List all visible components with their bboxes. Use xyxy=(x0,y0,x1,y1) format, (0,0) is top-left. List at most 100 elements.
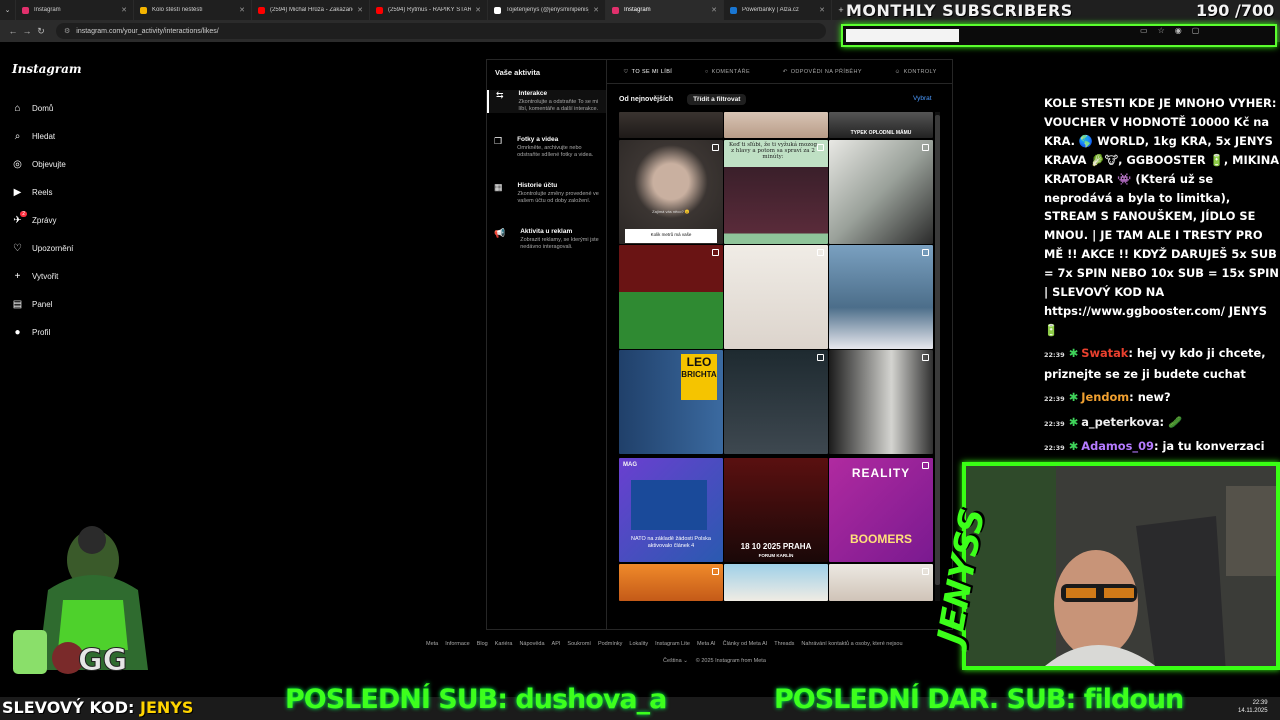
activity-menu-item[interactable]: ❐ Fotky a videa Omrkněte, archivujte nebo … xyxy=(487,136,606,159)
grid-post[interactable] xyxy=(619,245,723,349)
taskbar-clock[interactable]: 22:39 14.11.2025 xyxy=(1238,699,1268,715)
footer-link[interactable]: Články od Meta AI xyxy=(723,641,768,647)
post-caption: Zajímá vás něco? 😊 xyxy=(652,209,690,214)
grid-post[interactable] xyxy=(829,245,933,349)
footer-link[interactable]: Soukromí xyxy=(567,641,591,647)
chat-username[interactable]: Jendom xyxy=(1081,390,1129,404)
grid-post[interactable] xyxy=(619,112,723,138)
sidebar-item-6[interactable]: ♡ Upozornění xyxy=(12,243,73,254)
grid-post[interactable]: 18 10 2025 PRAHA FORUM KARLÍN xyxy=(724,458,828,562)
nato-flag xyxy=(631,480,707,530)
instagram-logo[interactable]: Instagram xyxy=(12,62,82,76)
activity-menu-item[interactable]: ⇆ Interakce Zkontrolujte a odstraňte To se… xyxy=(487,90,606,113)
activity-menu-item[interactable]: ▦ Historie účtu Zkontrolujte změny provede… xyxy=(487,182,606,205)
sidebar-item-3[interactable]: ◎ Objevujte xyxy=(12,159,66,170)
browser-tab[interactable]: Instagram ✕ xyxy=(606,0,724,20)
tab-reply[interactable]: ↶ ODPOVĚDI NA PŘÍBĚHY xyxy=(783,69,862,75)
footer-link[interactable]: Meta xyxy=(426,641,438,647)
browser-tab[interactable]: Powerbanky | Alza.cz ✕ xyxy=(724,0,832,20)
footer-link[interactable]: Informace xyxy=(445,641,469,647)
url-text: instagram.com/your_activity/interactions… xyxy=(76,27,219,35)
sticker-icon: ☺ xyxy=(894,68,901,75)
language-select[interactable]: Čeština ⌄ xyxy=(663,658,688,664)
sidebar-item-2[interactable]: ⌕ Hledat xyxy=(12,131,55,142)
footer-link[interactable]: Nápověda xyxy=(519,641,544,647)
footer-link[interactable]: Nahrávání kontaktů a osoby, které nejsou xyxy=(801,641,902,647)
grid-post[interactable] xyxy=(829,140,933,244)
reel-icon xyxy=(922,144,929,151)
sidebar-item-7[interactable]: + Vytvořit xyxy=(12,271,59,282)
close-icon[interactable]: ✕ xyxy=(711,6,717,14)
close-icon[interactable]: ✕ xyxy=(121,6,127,14)
sidebar-item-9[interactable]: ● Profil xyxy=(12,327,50,338)
tab-label: ODPOVĚDI NA PŘÍBĚHY xyxy=(790,68,862,75)
browser-tab[interactable]: Tojetenjenys (@jenysminipenis) ✕ xyxy=(488,0,606,20)
tab-sticker[interactable]: ☺ KONTROLY xyxy=(895,69,937,75)
grid-post[interactable] xyxy=(619,564,723,601)
plus-icon: + xyxy=(14,271,21,282)
close-icon[interactable]: ✕ xyxy=(475,6,481,14)
activity-item-text: Historie účtu Zkontrolujte změny proveden… xyxy=(518,182,599,205)
grid-post[interactable] xyxy=(829,350,933,454)
sidebar-item-5[interactable]: ✈ 2 Zprávy xyxy=(12,211,56,226)
heart-icon: ♡ xyxy=(623,68,629,75)
puzzle-icon[interactable]: ▢ xyxy=(1192,26,1200,35)
browser-tab[interactable]: (2594) Michal Hrůza - Zakázané ✕ xyxy=(252,0,370,20)
tab-title: Powerbanky | Alza.cz xyxy=(742,7,799,13)
footer-link[interactable]: Podmínky xyxy=(598,641,622,647)
grid-post[interactable]: MAG NATO na základě žádosti Polska aktiv… xyxy=(619,458,723,562)
sort-select[interactable]: Od nejnovějších xyxy=(619,96,673,103)
webcam-scene xyxy=(966,466,1276,666)
browser-tab[interactable]: (2594) Rytmus - RAPÍKY STARÉ ✕ xyxy=(370,0,488,20)
chat-username[interactable]: a_peterkova xyxy=(1081,415,1159,429)
post-caption: 18 10 2025 PRAHA xyxy=(740,542,812,551)
filter-button[interactable]: Třídit a filtrovat xyxy=(687,94,747,105)
grid-post[interactable]: Keď ti sľúbi, že ti vyžuká mozog z hlavy… xyxy=(724,140,828,244)
footer-link[interactable]: Instagram Lite xyxy=(655,641,690,647)
promo-banner: SLEVOVÝ KOD: JENYS xyxy=(2,698,193,717)
cast-icon[interactable]: ▭ xyxy=(1140,26,1148,35)
browser-tab[interactable]: Instagram ✕ xyxy=(16,0,134,20)
grid-post[interactable]: Zajímá vás něco? 😊 Kolik metrů má vaše xyxy=(619,140,723,244)
promo-label: SLEVOVÝ KOD: xyxy=(2,698,135,717)
close-icon[interactable]: ✕ xyxy=(819,6,825,14)
footer-link[interactable]: Threads xyxy=(774,641,794,647)
close-icon[interactable]: ✕ xyxy=(239,6,245,14)
grid-post[interactable] xyxy=(724,564,828,601)
footer-link[interactable]: Blog xyxy=(477,641,488,647)
grid-post[interactable]: TYPEK OPLODNIL MÁMU xyxy=(829,112,933,138)
grid-post[interactable] xyxy=(829,564,933,601)
bookmark-star-icon[interactable]: ☆ xyxy=(1158,26,1165,35)
extension-icon[interactable]: ◉ xyxy=(1175,26,1182,35)
back-button[interactable]: ← xyxy=(6,26,20,36)
close-icon[interactable]: ✕ xyxy=(357,6,363,14)
tab-heart[interactable]: ♡ TO SE MI LÍBÍ xyxy=(623,69,672,75)
grid-post[interactable]: LEO BRICHTA xyxy=(619,350,723,454)
grid-post[interactable] xyxy=(724,350,828,454)
footer-link[interactable]: Lokality xyxy=(629,641,648,647)
sidebar-item-8[interactable]: ▤ Panel xyxy=(12,299,53,310)
grid-scrollbar-thumb[interactable] xyxy=(935,115,940,585)
tab-menu-button[interactable]: ⌄ xyxy=(0,0,16,20)
grid-post[interactable] xyxy=(724,112,828,138)
promo-code: JENYS xyxy=(140,698,194,717)
tab-comment[interactable]: ○ KOMENTÁŘE xyxy=(705,69,750,75)
grid-post[interactable] xyxy=(724,245,828,349)
select-button[interactable]: Vybrat xyxy=(913,95,932,102)
browser-tab[interactable]: Kolo štěstí neštěstí ✕ xyxy=(134,0,252,20)
chat-username[interactable]: Swatak xyxy=(1081,346,1128,360)
activity-menu-item[interactable]: 📢 Aktivita u reklam Zobrazit reklamy, se k… xyxy=(487,228,606,251)
reel-icon xyxy=(922,354,929,361)
footer-link[interactable]: Meta AI xyxy=(697,641,716,647)
footer-link[interactable]: Kariéra xyxy=(495,641,513,647)
comment-icon: ○ xyxy=(704,68,709,75)
sidebar-item-4[interactable]: ▶ Reels xyxy=(12,187,53,198)
close-icon[interactable]: ✕ xyxy=(593,6,599,14)
grid-post[interactable]: REALITY BOOMERS xyxy=(829,458,933,562)
url-input[interactable]: ⚙ instagram.com/your_activity/interactio… xyxy=(56,23,826,39)
chat-username[interactable]: Adamos_09 xyxy=(1081,439,1154,453)
forward-button[interactable]: → xyxy=(20,26,34,36)
footer-link[interactable]: API xyxy=(552,641,561,647)
sidebar-item-1[interactable]: ⌂ Domů xyxy=(12,103,53,114)
reload-button[interactable]: ↻ xyxy=(34,26,48,37)
